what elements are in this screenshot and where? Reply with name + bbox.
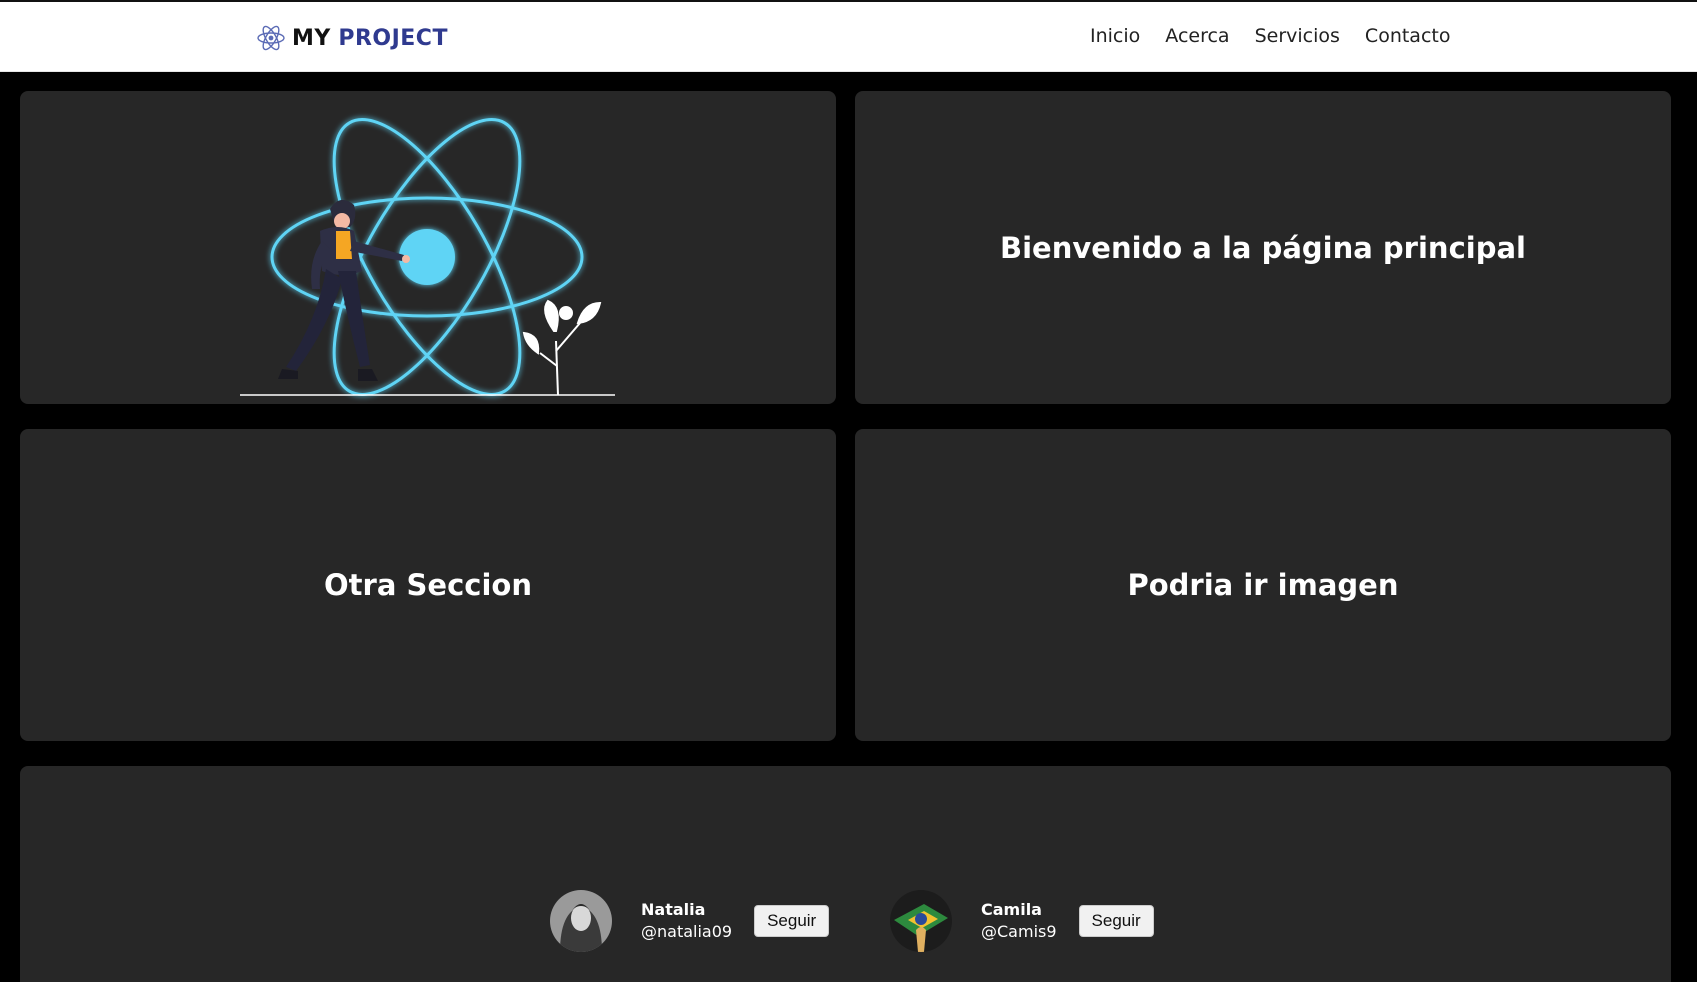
follow-button[interactable]: Seguir [754, 905, 830, 937]
nav-link-contacto[interactable]: Contacto [1365, 25, 1451, 47]
brand-logo[interactable]: MY PROJECT [256, 24, 448, 52]
nav-link-inicio[interactable]: Inicio [1090, 25, 1140, 47]
hero-illustration-card [20, 91, 836, 404]
main-nav: Inicio Acerca Servicios Contacto [1090, 25, 1475, 47]
user-name: Camila [981, 900, 1042, 919]
brand-my: MY [292, 25, 331, 51]
user-handle: @natalia09 [641, 922, 733, 941]
avatar[interactable] [890, 890, 952, 952]
follow-button[interactable]: Seguir [1078, 905, 1154, 937]
atom-icon [257, 25, 285, 51]
user-card-camila: Camila @Camis9 Seguir [890, 889, 1154, 953]
user-handle: @Camis9 [981, 922, 1057, 941]
user-info: Natalia @natalia09 [641, 899, 732, 943]
user-name: Natalia [641, 900, 706, 919]
brand-project: PROJECT [338, 25, 448, 51]
other-section-heading: Otra Seccion [324, 568, 532, 602]
brand-name: MY PROJECT [292, 26, 448, 51]
nav-link-acerca[interactable]: Acerca [1165, 25, 1229, 47]
atom-illustration [240, 118, 615, 396]
avatar[interactable] [550, 890, 612, 952]
image-placeholder-card: Podria ir imagen [855, 429, 1671, 741]
welcome-heading: Bienvenido a la página principal [1000, 230, 1526, 265]
other-section-card: Otra Seccion [20, 429, 836, 741]
user-info: Camila @Camis9 [981, 899, 1057, 943]
users-card [20, 766, 1671, 982]
welcome-card: Bienvenido a la página principal [855, 91, 1671, 404]
nav-link-servicios[interactable]: Servicios [1255, 25, 1340, 47]
navbar: MY PROJECT Inicio Acerca Servicios Conta… [0, 2, 1697, 72]
plant-illustration [522, 299, 602, 396]
image-placeholder-heading: Podria ir imagen [1127, 568, 1399, 602]
user-card-natalia: Natalia @natalia09 Seguir [550, 889, 830, 953]
